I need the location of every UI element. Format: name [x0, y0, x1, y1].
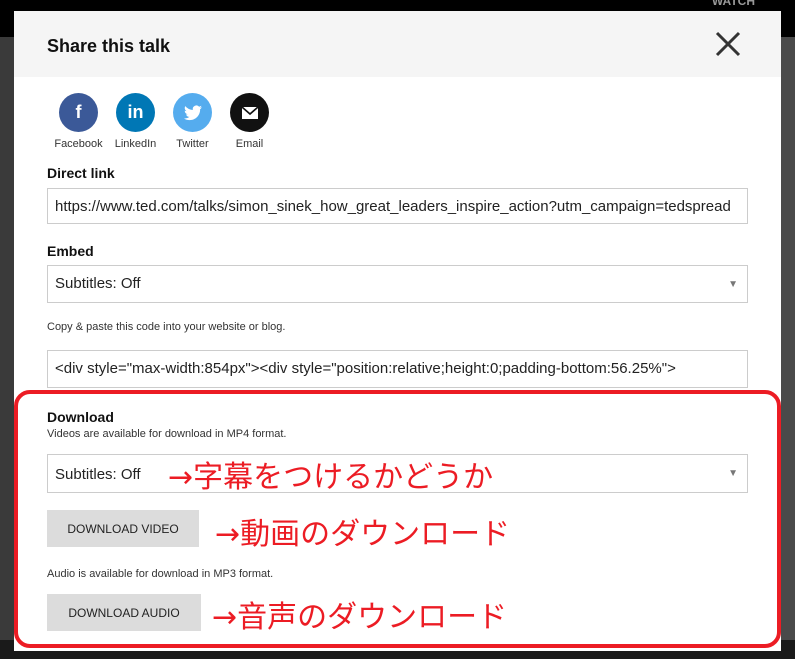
background-page [781, 37, 795, 659]
chevron-down-icon: ▼ [728, 279, 738, 290]
nav-watch[interactable]: WATCH [712, 0, 755, 8]
annotation-audio: →音声のダウンロード [212, 600, 508, 635]
facebook-label: Facebook [54, 138, 103, 150]
direct-link-label: Direct link [47, 165, 115, 181]
embed-code-input[interactable]: <div style="max-width:854px"><div style=… [47, 350, 748, 388]
email-label: Email [235, 138, 264, 150]
annotation-subtitles: →字幕をつけるかどうか [168, 460, 494, 495]
close-icon[interactable] [713, 29, 743, 59]
twitter-label: Twitter [176, 138, 209, 150]
direct-link-input[interactable]: https://www.ted.com/talks/simon_sinek_ho… [47, 188, 748, 224]
linkedin-icon: in [116, 93, 155, 132]
share-twitter-button[interactable]: Twitter [164, 93, 221, 150]
social-share-buttons: f Facebook in LinkedIn Twitter Email [50, 93, 278, 150]
email-icon [230, 93, 269, 132]
embed-subtitles-select[interactable]: Subtitles: Off ▼ [47, 265, 748, 303]
modal-header: Share this talk [14, 11, 781, 77]
share-facebook-button[interactable]: f Facebook [50, 93, 107, 150]
annotation-video: →動画のダウンロード [215, 517, 511, 552]
twitter-icon [173, 93, 212, 132]
embed-subtitles-value: Subtitles: Off [55, 275, 141, 292]
linkedin-label: LinkedIn [114, 138, 157, 150]
share-linkedin-button[interactable]: in LinkedIn [107, 93, 164, 150]
facebook-icon: f [59, 93, 98, 132]
share-email-button[interactable]: Email [221, 93, 278, 150]
embed-label: Embed [47, 243, 94, 259]
embed-hint: Copy & paste this code into your website… [47, 321, 286, 333]
modal-title: Share this talk [47, 36, 171, 56]
